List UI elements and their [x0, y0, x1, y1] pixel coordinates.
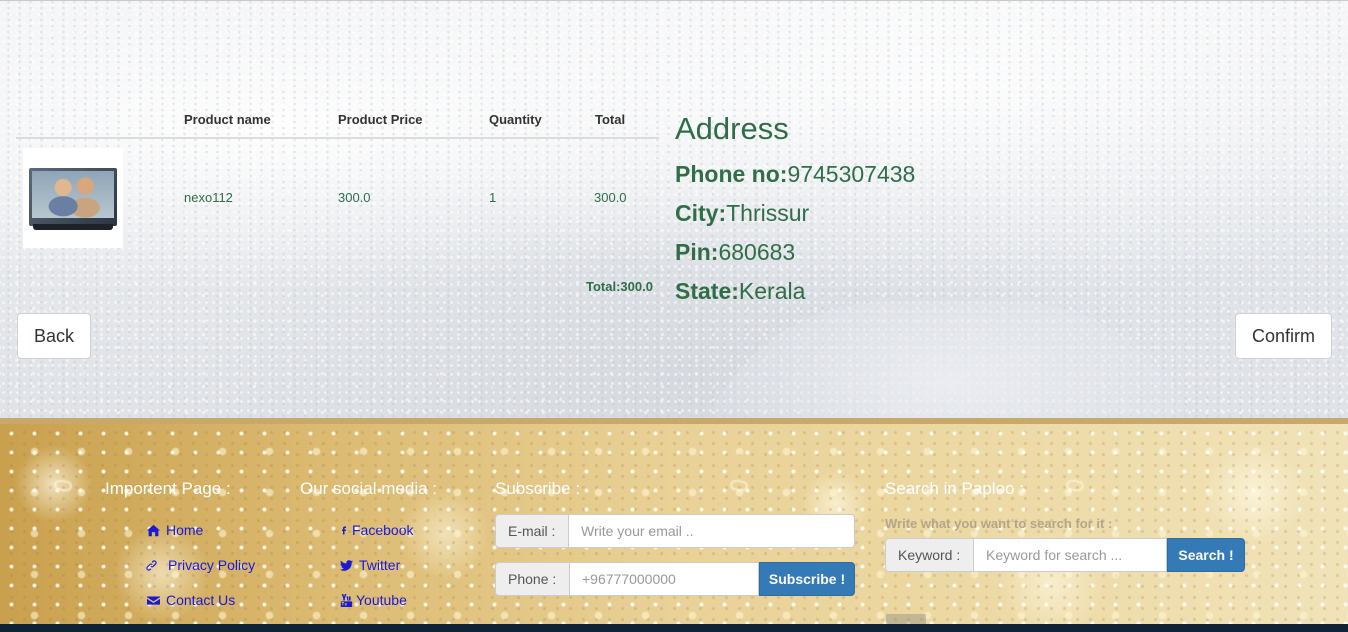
keyword-input-group: Keyword : Keyword for search ... Search … [885, 538, 1245, 572]
decorative-link-icon [1064, 476, 1086, 498]
decorative-link-icon [728, 476, 750, 498]
footer-bottom-tab [886, 614, 926, 624]
email-field[interactable]: Write your email .. [569, 514, 855, 548]
pin-label: Pin: [675, 239, 719, 265]
footer-link-privacy-policy[interactable]: Privacy Policy [145, 557, 255, 573]
bottom-bar [0, 624, 1348, 632]
subscribe-button[interactable]: Subscribe ! [759, 562, 855, 596]
phone-value: 9745307438 [787, 161, 916, 187]
search-button[interactable]: Search ! [1167, 538, 1245, 572]
header-product-price: Product Price [338, 112, 423, 127]
social-media-heading: Our social media : [300, 479, 437, 498]
footer-link-label: Privacy Policy [168, 557, 256, 573]
search-hint: Write what you want to search for it : [885, 516, 1113, 531]
footer-link-label: Twitter [359, 557, 401, 573]
photo-frame [29, 168, 117, 226]
address-pin: Pin:680683 [675, 239, 795, 266]
decorative-link-icon [52, 476, 74, 498]
footer-link-contact-us[interactable]: Contact Us [147, 592, 235, 608]
email-input-group: E-mail : Write your email .. [495, 514, 855, 548]
address-title: Address [675, 111, 789, 146]
back-button[interactable]: Back [17, 313, 91, 359]
footer-link-facebook[interactable]: Facebook [340, 522, 413, 538]
header-product-name: Product name [184, 112, 271, 127]
address-phone: Phone no:9745307438 [675, 161, 915, 188]
envelope-icon [147, 595, 160, 605]
important-pages-heading: Importent Page : [105, 479, 231, 498]
photo-content [32, 171, 114, 218]
link-icon [146, 559, 157, 571]
search-heading: Search in Paploo : [885, 479, 1024, 498]
footer-link-label: Contact Us [166, 592, 236, 608]
quantity-cell: 1 [489, 190, 497, 205]
city-label: City: [675, 200, 727, 226]
main-content: Product name Product Price Quantity Tota… [0, 0, 1348, 418]
footer-link-youtube[interactable]: Youtube [340, 592, 407, 608]
address-state: State:Kerala [675, 278, 805, 305]
product-name-cell: nexo112 [184, 190, 233, 205]
footer-link-label: Youtube [356, 592, 407, 608]
confirm-button[interactable]: Confirm [1235, 313, 1332, 359]
phone-label: Phone : [495, 562, 570, 596]
grand-total: Total:300.0 [586, 279, 653, 294]
youtube-icon [340, 593, 353, 607]
pin-value: 680683 [718, 239, 796, 265]
footer: Importent Page : Home Privacy Policy Con… [0, 418, 1348, 624]
state-label: State: [675, 278, 739, 304]
frame-stand [33, 224, 113, 230]
product-image [23, 148, 123, 248]
subscribe-heading: Subscribe : [495, 479, 581, 498]
product-price-cell: 300.0 [338, 190, 371, 205]
city-value: Thrissur [726, 200, 810, 226]
state-value: Kerala [738, 278, 806, 304]
address-city: City:Thrissur [675, 200, 809, 227]
header-quantity: Quantity [489, 112, 542, 127]
footer-link-home[interactable]: Home [147, 522, 203, 538]
email-label: E-mail : [495, 514, 569, 548]
footer-link-twitter[interactable]: Twitter [340, 557, 400, 573]
phone-label: Phone no: [675, 161, 788, 187]
phone-field[interactable]: +96777000000 [570, 562, 759, 596]
header-total: Total [595, 112, 626, 127]
twitter-icon [340, 559, 353, 571]
keyword-search-input[interactable]: Keyword for search ... [974, 538, 1167, 572]
footer-link-label: Home [166, 522, 204, 538]
cart-table-header: Product name Product Price Quantity Tota… [16, 103, 659, 139]
keyword-label: Keyword : [885, 538, 974, 572]
total-cell: 300.0 [594, 190, 627, 205]
home-icon [147, 524, 160, 536]
phone-input-group: Phone : +96777000000 Subscribe ! [495, 562, 855, 596]
facebook-icon [342, 526, 346, 534]
footer-link-label: Facebook [352, 522, 414, 538]
